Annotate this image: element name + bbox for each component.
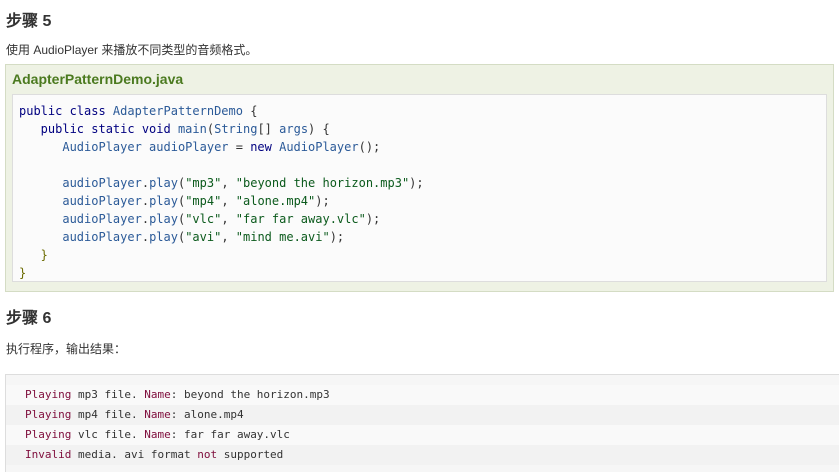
code-token: play <box>149 194 178 208</box>
code-token: play <box>149 230 178 244</box>
code-token: , <box>221 212 236 226</box>
output-token: supported <box>223 448 284 461</box>
code-token: public static void <box>19 122 178 136</box>
code-line: audioPlayer.play("avi", "mind me.avi"); <box>19 228 826 246</box>
code-token: (); <box>358 140 381 154</box>
code-token: "vlc" <box>185 212 222 226</box>
output-line: Playing mp4 file. Name: alone.mp4 <box>6 405 839 425</box>
code-token: . <box>141 212 150 226</box>
output-token: mp3 file. <box>77 388 145 401</box>
code-token: audioPlayer <box>19 194 142 208</box>
step6-heading: 步骤 6 <box>6 310 52 327</box>
code-block[interactable]: public class AdapterPatternDemo { public… <box>12 94 827 282</box>
step5-heading: 步骤 5 <box>6 13 52 30</box>
output-token: mp4 file. <box>77 408 145 421</box>
code-token: ); <box>409 176 424 190</box>
code-token: "far far away.vlc" <box>235 212 366 226</box>
code-token: } <box>19 266 27 280</box>
code-token: audioPlayer <box>149 140 236 154</box>
output-token: media. avi format <box>77 448 198 461</box>
code-token: , <box>221 194 236 208</box>
output-token: : beyond the horizon.mp3 <box>170 388 330 401</box>
output-block[interactable]: Playing mp3 file. Name: beyond the horiz… <box>5 374 839 472</box>
output-token: Name <box>144 408 171 421</box>
code-line: AudioPlayer audioPlayer = new AudioPlaye… <box>19 138 826 156</box>
code-token: = <box>235 140 251 154</box>
code-token: audioPlayer <box>19 176 142 190</box>
code-line: public static void main(String[] args) { <box>19 120 826 138</box>
code-token: "beyond the horizon.mp3" <box>235 176 410 190</box>
code-token: AudioPlayer <box>279 140 359 154</box>
code-token: . <box>141 176 150 190</box>
output-token: not <box>197 448 224 461</box>
code-line: public class AdapterPatternDemo { <box>19 102 826 120</box>
code-token: args <box>279 122 309 136</box>
code-token: AudioPlayer <box>19 140 150 154</box>
output-line: Playing vlc file. Name: far far away.vlc <box>6 425 839 445</box>
output-token: : far far away.vlc <box>170 428 290 441</box>
code-token: [] <box>257 122 280 136</box>
output-token: Name <box>144 388 171 401</box>
output-line: Invalid media. avi format not supported <box>6 445 839 465</box>
code-line: audioPlayer.play("mp4", "alone.mp4"); <box>19 192 826 210</box>
output-token: Playing <box>25 428 78 441</box>
code-token: } <box>19 248 48 262</box>
code-token: public class <box>19 104 113 118</box>
code-example-panel: AdapterPatternDemo.java public class Ada… <box>5 64 834 292</box>
code-token: ( <box>206 122 215 136</box>
code-token: main <box>177 122 207 136</box>
code-token: ); <box>329 230 345 244</box>
code-token: new <box>250 140 280 154</box>
code-token: ); <box>365 212 381 226</box>
output-token: vlc file. <box>77 428 145 441</box>
code-token: ) { <box>308 122 330 136</box>
code-token: "alone.mp4" <box>235 194 316 208</box>
code-token: { <box>250 104 258 118</box>
output-token: Name <box>144 428 171 441</box>
code-file-title: AdapterPatternDemo.java <box>12 71 184 87</box>
output-token: : alone.mp4 <box>170 408 244 421</box>
code-line: audioPlayer.play("mp3", "beyond the hori… <box>19 174 826 192</box>
code-line: } <box>19 264 826 282</box>
code-token: String <box>214 122 258 136</box>
code-token: "avi" <box>185 230 222 244</box>
step5-description: 使用 AudioPlayer 来播放不同类型的音频格式。 <box>6 43 258 57</box>
code-token: play <box>149 212 178 226</box>
code-token: audioPlayer <box>19 230 142 244</box>
code-token: audioPlayer <box>19 212 142 226</box>
code-token: "mind me.avi" <box>235 230 330 244</box>
code-token: AdapterPatternDemo <box>112 104 251 118</box>
code-token: ); <box>315 194 330 208</box>
code-token: . <box>141 230 150 244</box>
step6-description: 执行程序，输出结果： <box>6 342 127 356</box>
code-token: "mp3" <box>185 176 222 190</box>
code-token: , <box>221 176 236 190</box>
output-token: Invalid <box>25 448 78 461</box>
output-token: Playing <box>25 408 78 421</box>
output-line: Playing mp3 file. Name: beyond the horiz… <box>6 385 839 405</box>
code-token: "mp4" <box>185 194 222 208</box>
code-line: } <box>19 246 826 264</box>
code-token: , <box>221 230 236 244</box>
output-token: Playing <box>25 388 78 401</box>
code-token: . <box>141 194 150 208</box>
code-line: audioPlayer.play("vlc", "far far away.vl… <box>19 210 826 228</box>
code-token: play <box>149 176 178 190</box>
